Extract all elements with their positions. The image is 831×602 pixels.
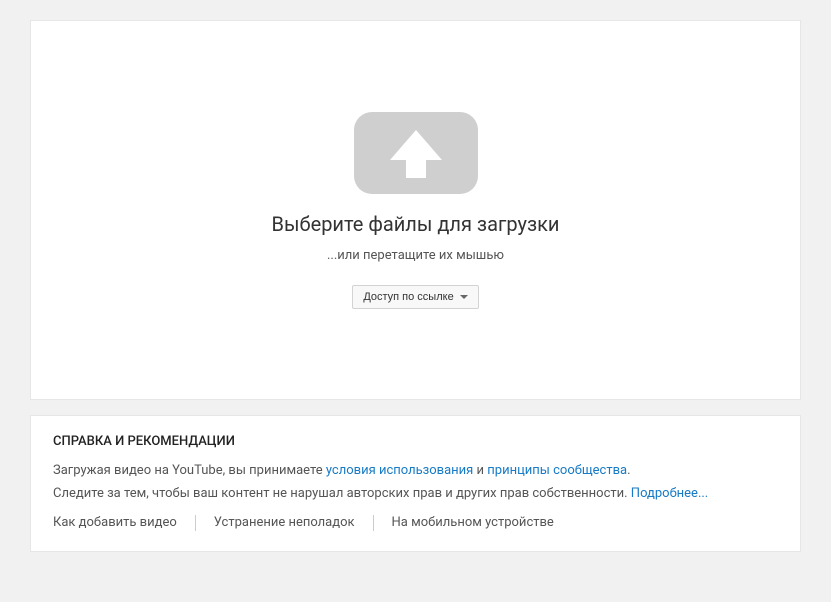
help-text-line1: Загружая видео на YouTube, вы принимаете… xyxy=(53,461,778,482)
divider xyxy=(195,515,196,531)
privacy-dropdown[interactable]: Доступ по ссылке xyxy=(352,285,478,309)
upload-subtitle: ...или перетащите их мышью xyxy=(327,248,504,263)
troubleshoot-link[interactable]: Устранение неполадок xyxy=(214,515,355,530)
upload-arrow-icon xyxy=(354,112,478,194)
privacy-selected-label: Доступ по ссылке xyxy=(363,291,453,303)
help-panel: СПРАВКА И РЕКОМЕНДАЦИИ Загружая видео на… xyxy=(30,415,801,552)
learn-more-link[interactable]: Подробнее... xyxy=(631,486,708,501)
upload-title: Выберите файлы для загрузки xyxy=(272,212,560,236)
caret-down-icon xyxy=(460,295,468,299)
help-title: СПРАВКА И РЕКОМЕНДАЦИИ xyxy=(53,434,778,449)
upload-drop-area[interactable]: Выберите файлы для загрузки ...или перет… xyxy=(30,20,801,400)
help-text-line2: Следите за тем, чтобы ваш контент не нар… xyxy=(53,484,778,505)
how-to-link[interactable]: Как добавить видео xyxy=(53,515,177,530)
divider xyxy=(373,515,374,531)
help-links-row: Как добавить видео Устранение неполадок … xyxy=(53,515,778,531)
terms-link[interactable]: условия использования xyxy=(326,463,473,478)
guidelines-link[interactable]: принципы сообщества xyxy=(487,463,627,478)
mobile-link[interactable]: На мобильном устройстве xyxy=(392,515,554,530)
